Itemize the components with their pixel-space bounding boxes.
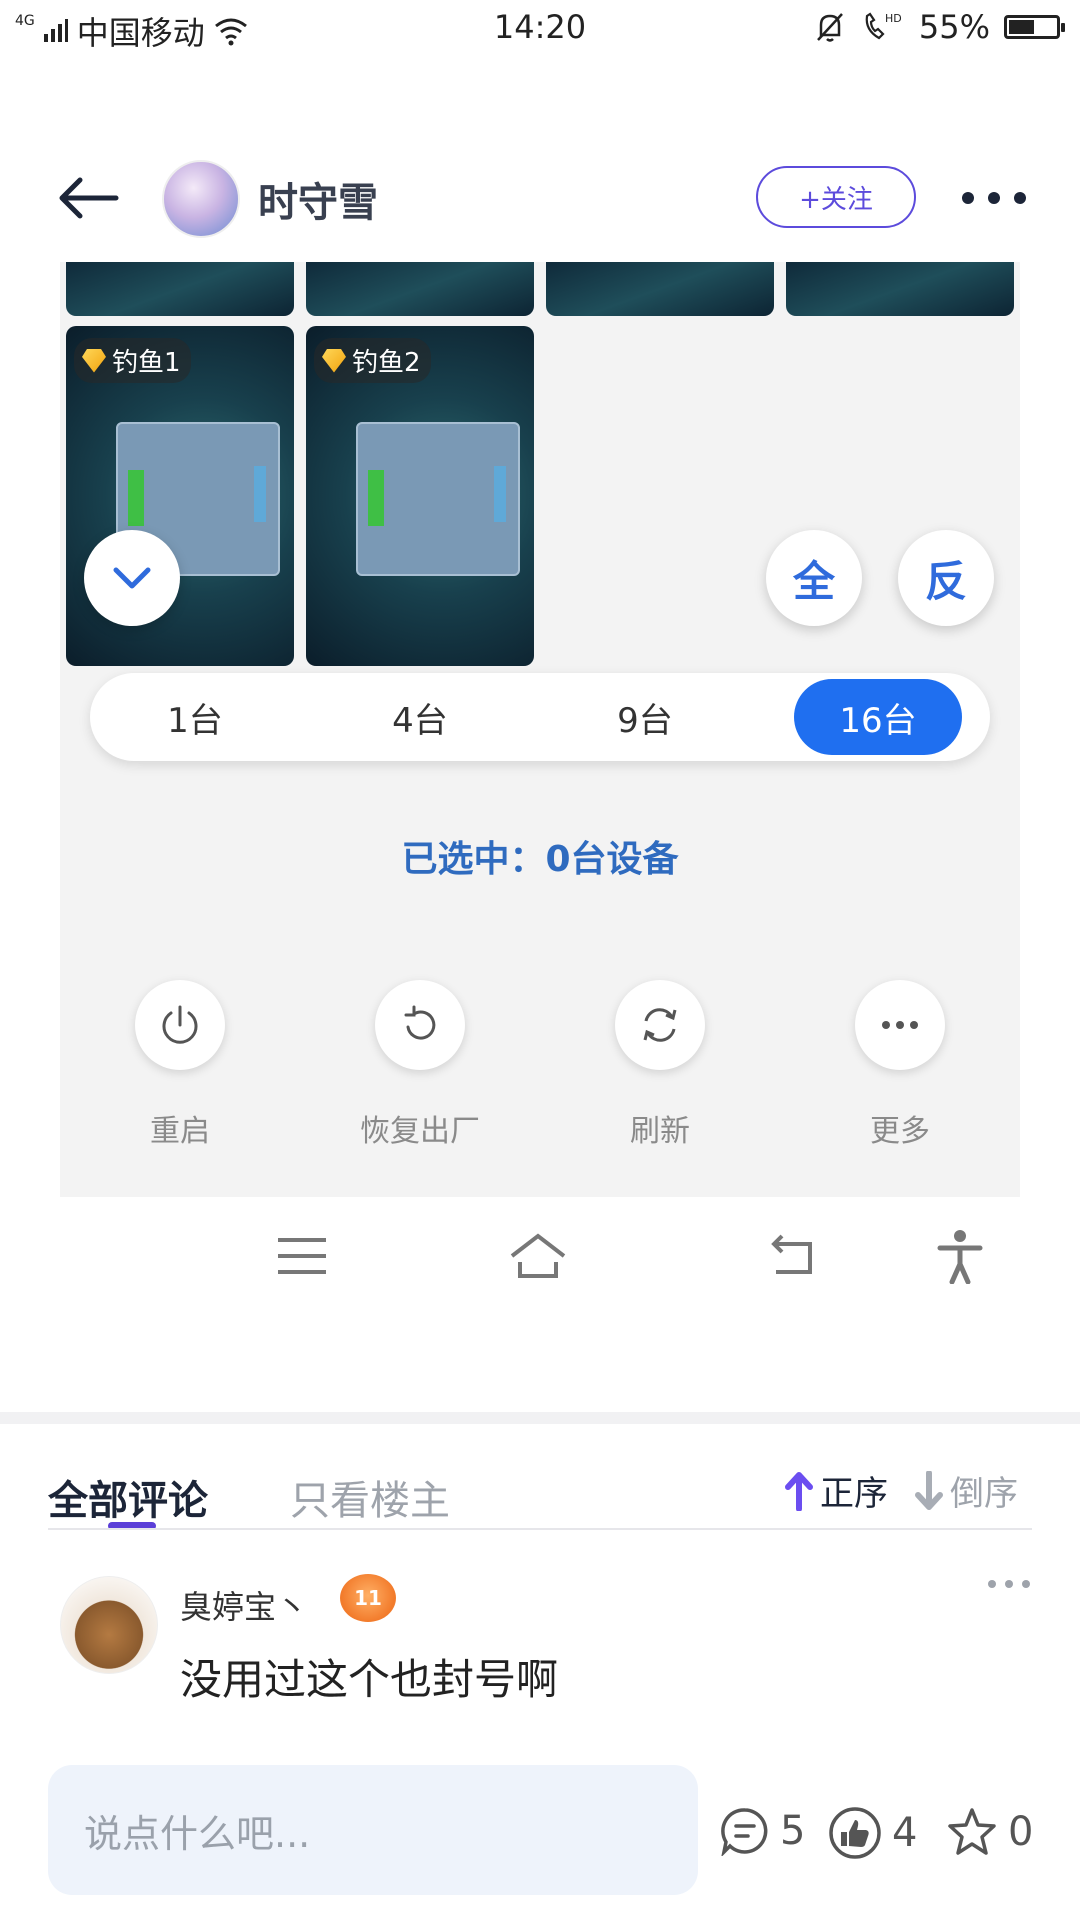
sort-descending-label: 倒序 <box>950 1474 1018 1514</box>
factory-reset-action[interactable]: 恢复出厂 <box>320 980 520 1150</box>
svg-text:HD: HD <box>885 12 902 25</box>
refresh-action[interactable]: 刷新 <box>560 980 760 1150</box>
invert-selection-button[interactable]: 反 <box>898 530 994 626</box>
power-icon <box>135 980 225 1070</box>
like-button[interactable]: 4 <box>828 1806 917 1860</box>
collapse-button[interactable] <box>84 530 180 626</box>
author-avatar[interactable] <box>162 160 240 238</box>
thumbs-up-icon <box>829 1807 881 1859</box>
menu-icon[interactable] <box>272 1228 332 1284</box>
tabs-divider <box>48 1528 1032 1530</box>
author-name[interactable]: 时守雪 <box>258 170 378 228</box>
refresh-icon <box>615 980 705 1070</box>
section-divider <box>0 1412 1080 1424</box>
gem-icon <box>82 348 106 373</box>
hd-call-icon: HD <box>865 12 902 40</box>
segment-1[interactable]: 1台 <box>90 673 300 761</box>
battery-icon <box>1004 15 1065 39</box>
comment-more-icon[interactable] <box>984 1572 1034 1596</box>
reset-icon <box>375 980 465 1070</box>
star-icon <box>948 1808 996 1855</box>
home-icon[interactable] <box>508 1228 568 1284</box>
mute-bell-icon <box>816 13 843 42</box>
sort-ascending-label: 正序 <box>820 1474 888 1514</box>
device-thumb-1[interactable]: 钓鱼1 <box>66 326 294 666</box>
device-label: 钓鱼1 <box>112 348 181 378</box>
action-label: 刷新 <box>630 1114 690 1149</box>
more-icon <box>855 980 945 1070</box>
action-label: 重启 <box>150 1114 210 1149</box>
status-right: HD 55% <box>813 8 1065 46</box>
segment-9[interactable]: 9台 <box>540 673 750 761</box>
segment-16[interactable]: 16台 <box>794 679 962 755</box>
return-icon[interactable] <box>762 1228 822 1284</box>
comment-text: 没用过这个也封号啊 <box>180 1655 559 1704</box>
follow-button[interactable]: +关注 <box>756 166 916 228</box>
sort-ascending[interactable]: 正序 <box>784 1466 888 1515</box>
device-thumb-partial[interactable] <box>66 262 294 316</box>
like-count: 4 <box>892 1810 918 1856</box>
comment-count: 5 <box>780 1808 806 1854</box>
device-thumb-partial[interactable] <box>786 262 1014 316</box>
more-action[interactable]: 更多 <box>800 980 1000 1150</box>
grid-size-selector: 1台 4台 9台 16台 <box>90 673 990 761</box>
select-all-button[interactable]: 全 <box>766 530 862 626</box>
commenter-name[interactable]: 臭婷宝丶 <box>180 1582 308 1628</box>
tab-owner-only[interactable]: 只看楼主 <box>290 1468 450 1526</box>
sort-descending[interactable]: 倒序 <box>914 1466 1018 1515</box>
reboot-action[interactable]: 重启 <box>80 980 280 1150</box>
arrow-down-icon <box>915 1470 943 1510</box>
more-options-icon[interactable] <box>956 178 1036 218</box>
tab-all-comments[interactable]: 全部评论 <box>48 1468 208 1526</box>
device-thumb-partial[interactable] <box>546 262 774 316</box>
battery-percent: 55% <box>918 8 990 46</box>
comment-input[interactable]: 说点什么吧... <box>48 1765 698 1895</box>
chevron-down-icon <box>113 567 151 589</box>
segment-4[interactable]: 4台 <box>315 673 525 761</box>
back-arrow-icon[interactable] <box>54 168 124 228</box>
selected-count: 已选中：0台设备 <box>401 839 679 880</box>
game-dialog <box>356 422 520 576</box>
action-label: 更多 <box>870 1114 930 1149</box>
arrow-up-icon <box>785 1471 813 1511</box>
device-tag: 钓鱼2 <box>314 338 431 383</box>
device-thumb-2[interactable]: 钓鱼2 <box>306 326 534 666</box>
device-thumb-partial[interactable] <box>306 262 534 316</box>
accessibility-icon[interactable] <box>930 1228 990 1284</box>
device-tag: 钓鱼1 <box>74 338 191 383</box>
status-bar: 4G 中国移动 14:20 HD 55% <box>0 0 1080 60</box>
comment-count-button[interactable]: 5 <box>720 1806 805 1856</box>
comment-icon <box>721 1808 768 1856</box>
favorite-button[interactable]: 0 <box>946 1806 1033 1858</box>
star-count: 0 <box>1008 1809 1034 1855</box>
gem-icon <box>322 348 346 373</box>
commenter-avatar[interactable] <box>60 1576 158 1674</box>
level-badge: 11 <box>340 1574 396 1622</box>
action-label: 恢复出厂 <box>360 1114 480 1149</box>
device-label: 钓鱼2 <box>352 348 421 378</box>
